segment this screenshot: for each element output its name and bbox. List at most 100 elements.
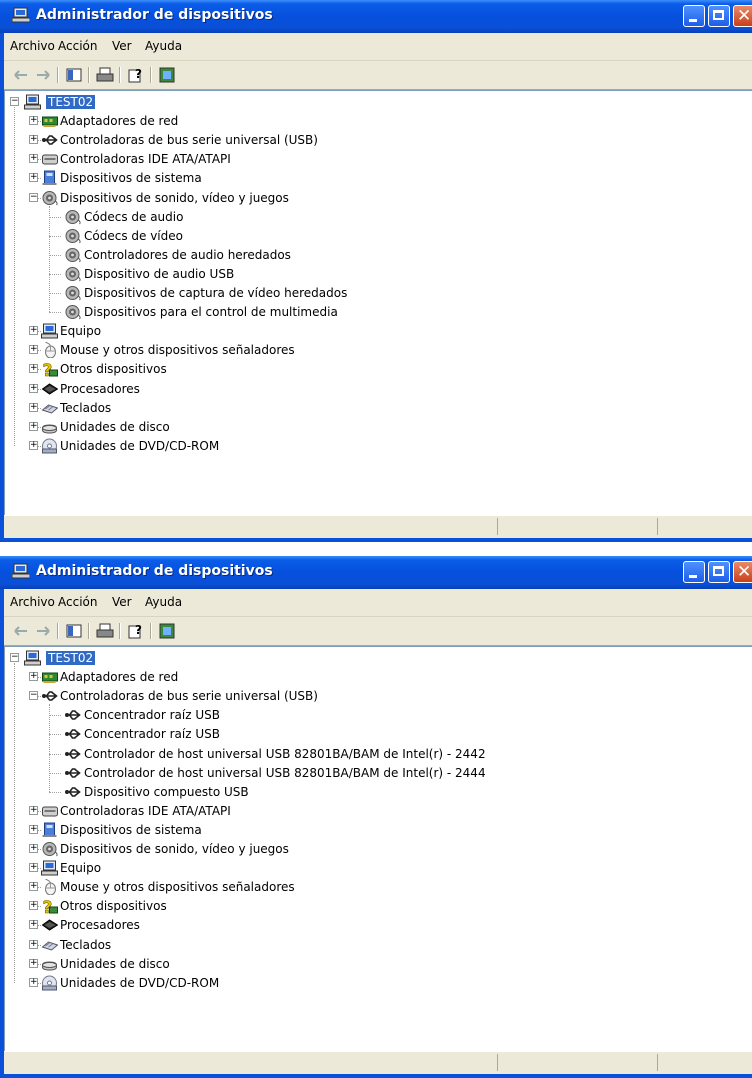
forward-icon[interactable] <box>34 622 52 640</box>
show-hide-console-tree-icon[interactable] <box>65 66 83 84</box>
print-icon[interactable] <box>96 622 114 640</box>
back-icon[interactable] <box>12 66 30 84</box>
tree-node-dispositivos-de-sonido-video-y-juegos[interactable]: − Dispositivos de sonido, vídeo y juegos <box>5 189 752 207</box>
ide-controller-icon <box>42 154 58 165</box>
close-button[interactable]: ✕ <box>733 561 752 583</box>
usb-icon <box>65 729 81 740</box>
expand-toggle[interactable]: + <box>29 173 38 183</box>
tree-node-controladores-de-audio-heredados[interactable]: Controladores de audio heredados <box>5 246 752 264</box>
tree-node-equipo[interactable]: + Equipo <box>5 859 752 877</box>
tree-node-codecs-de-video[interactable]: Códecs de vídeo <box>5 227 752 245</box>
tree-node-controladoras-de-bus-serie-universal-usb[interactable]: + Controladoras de bus serie universal (U… <box>5 131 752 149</box>
expand-toggle[interactable]: + <box>29 402 38 412</box>
menu-accion[interactable]: Acción <box>58 595 97 609</box>
tree-node-label: Controladoras IDE ATA/ATAPI <box>60 803 231 818</box>
collapse-toggle[interactable]: − <box>29 192 38 202</box>
menu-ver[interactable]: Ver <box>112 39 132 53</box>
tree-node-dispositivos-de-sistema[interactable]: + Dispositivos de sistema <box>5 821 752 839</box>
tree-node-procesadores[interactable]: + Procesadores <box>5 380 752 398</box>
properties-help-icon[interactable]: ? <box>127 622 145 640</box>
expand-toggle[interactable]: + <box>29 863 38 873</box>
expand-toggle[interactable]: + <box>29 421 38 431</box>
collapse-toggle[interactable]: − <box>29 691 38 701</box>
tree-node-teclados[interactable]: + Teclados <box>5 399 752 417</box>
tree-node-otros-dispositivos[interactable]: +? Otros dispositivos <box>5 897 752 915</box>
minimize-button[interactable] <box>683 561 705 583</box>
system-device-icon <box>42 170 57 186</box>
expand-toggle[interactable]: + <box>29 958 38 968</box>
title-bar[interactable]: Administrador de dispositivos ✕ <box>0 556 752 589</box>
tree-node-dispositivos-de-sistema[interactable]: + Dispositivos de sistema <box>5 169 752 187</box>
menu-archivo[interactable]: Archivo <box>10 39 55 53</box>
tree-node-concentrador-raiz-usb[interactable]: Concentrador raíz USB <box>5 706 752 724</box>
expand-toggle[interactable]: + <box>29 844 38 853</box>
close-button[interactable]: ✕ <box>733 5 752 27</box>
tree-node-codecs-de-audio[interactable]: Códecs de audio <box>5 208 752 226</box>
menu-ayuda[interactable]: Ayuda <box>145 39 182 53</box>
expand-toggle[interactable]: + <box>29 901 38 911</box>
forward-icon[interactable] <box>34 66 52 84</box>
expand-toggle[interactable]: + <box>29 383 38 393</box>
tree-node-teclados[interactable]: + Teclados <box>5 936 752 954</box>
print-icon[interactable] <box>96 66 114 84</box>
show-hide-console-tree-icon[interactable] <box>65 622 83 640</box>
tree-node-controladoras-ide-ata-atapi[interactable]: + Controladoras IDE ATA/ATAPI <box>5 802 752 820</box>
expand-toggle[interactable]: + <box>29 672 38 682</box>
maximize-button[interactable] <box>708 561 730 583</box>
tree-node-dispositivos-de-captura-de-video-heredados[interactable]: Dispositivos de captura de vídeo heredad… <box>5 284 752 302</box>
tree-node-adaptadores-de-red[interactable]: + Adaptadores de red <box>5 112 752 130</box>
network-adapter-icon <box>42 672 58 684</box>
tree-node-root[interactable]: − TEST02 <box>5 649 752 667</box>
menu-ayuda[interactable]: Ayuda <box>145 595 182 609</box>
expand-toggle[interactable]: + <box>29 920 38 930</box>
tree-node-controladoras-de-bus-serie-universal-usb[interactable]: − Controladoras de bus serie universal (U… <box>5 687 752 705</box>
expand-toggle[interactable]: + <box>29 364 38 374</box>
tree-node-unidades-de-disco[interactable]: + Unidades de disco <box>5 418 752 436</box>
expand-toggle[interactable]: + <box>29 939 38 949</box>
tree-node-dispositivo-compuesto-usb[interactable]: Dispositivo compuesto USB <box>5 783 752 801</box>
tree-node-label: Dispositivo compuesto USB <box>84 784 249 799</box>
tree-node-adaptadores-de-red[interactable]: + Adaptadores de red <box>5 668 752 686</box>
expand-toggle[interactable]: + <box>29 440 38 450</box>
device-tree[interactable]: − TEST02 + Adaptadores de red − Controladoras… <box>4 646 752 1052</box>
tree-node-mouse-y-otros-dispositivos-senaladores[interactable]: + Mouse y otros dispositivos señaladores <box>5 878 752 896</box>
collapse-toggle[interactable]: − <box>10 653 19 662</box>
tree-node-dispositivos-de-sonido-video-y-juegos[interactable]: + Dispositivos de sonido, vídeo y juegos <box>5 840 752 858</box>
tree-node-unidades-de-dvd-cd-rom[interactable]: + Unidades de DVD/CD-ROM <box>5 974 752 992</box>
expand-toggle[interactable]: + <box>29 345 38 355</box>
tree-node-controlador-de-host-universal-usb-82801ba-bam-de-intel-r-2442[interactable]: Controlador de host universal USB 82801B… <box>5 745 752 763</box>
properties-help-icon[interactable]: ? <box>127 66 145 84</box>
title-bar[interactable]: Administrador de dispositivos ✕ <box>0 0 752 33</box>
minimize-button[interactable] <box>683 5 705 27</box>
expand-toggle[interactable]: + <box>29 805 38 815</box>
tree-node-procesadores[interactable]: + Procesadores <box>5 916 752 934</box>
expand-toggle[interactable]: + <box>29 977 38 987</box>
expand-toggle[interactable]: + <box>29 116 38 126</box>
tree-node-dispositivo-de-audio-usb[interactable]: Dispositivo de audio USB <box>5 265 752 283</box>
tree-node-concentrador-raiz-usb[interactable]: Concentrador raíz USB <box>5 725 752 743</box>
tree-node-root[interactable]: − TEST02 <box>5 93 752 111</box>
scan-hardware-icon[interactable] <box>158 66 176 84</box>
tree-node-dispositivos-para-el-control-de-multimedia[interactable]: Dispositivos para el control de multimed… <box>5 303 752 321</box>
menu-archivo[interactable]: Archivo <box>10 595 55 609</box>
scan-hardware-icon[interactable] <box>158 622 176 640</box>
expand-toggle[interactable]: + <box>29 882 38 892</box>
maximize-button[interactable] <box>708 5 730 27</box>
status-pane <box>657 518 658 535</box>
tree-node-unidades-de-dvd-cd-rom[interactable]: + Unidades de DVD/CD-ROM <box>5 437 752 455</box>
expand-toggle[interactable]: + <box>29 135 38 145</box>
back-icon[interactable] <box>12 622 30 640</box>
tree-node-equipo[interactable]: + Equipo <box>5 322 752 340</box>
tree-node-mouse-y-otros-dispositivos-senaladores[interactable]: + Mouse y otros dispositivos señaladores <box>5 341 752 359</box>
tree-node-otros-dispositivos[interactable]: +? Otros dispositivos <box>5 360 752 378</box>
tree-node-unidades-de-disco[interactable]: + Unidades de disco <box>5 955 752 973</box>
expand-toggle[interactable]: + <box>29 326 38 336</box>
tree-node-controladoras-ide-ata-atapi[interactable]: + Controladoras IDE ATA/ATAPI <box>5 150 752 168</box>
expand-toggle[interactable]: + <box>29 824 38 834</box>
collapse-toggle[interactable]: − <box>10 97 19 106</box>
menu-ver[interactable]: Ver <box>112 595 132 609</box>
expand-toggle[interactable]: + <box>29 154 38 164</box>
menu-accion[interactable]: Acción <box>58 39 97 53</box>
tree-node-controlador-de-host-universal-usb-82801ba-bam-de-intel-r-2444[interactable]: Controlador de host universal USB 82801B… <box>5 764 752 782</box>
device-tree[interactable]: − TEST02 + Adaptadores de red + Controladoras… <box>4 90 752 516</box>
